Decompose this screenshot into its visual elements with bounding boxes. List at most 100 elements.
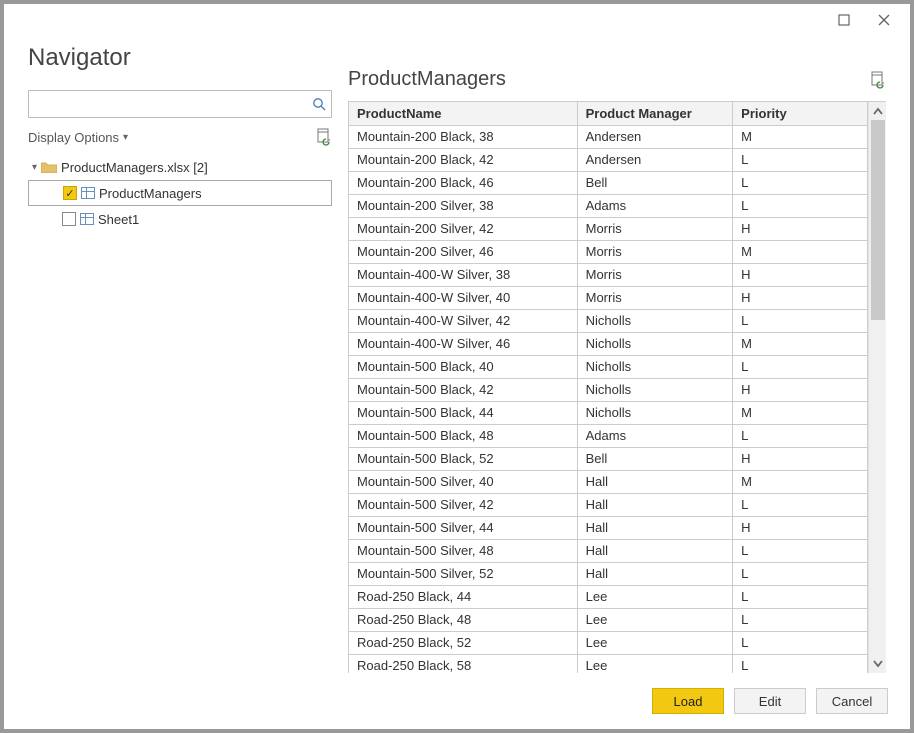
close-button[interactable] [864,6,904,34]
table-row[interactable]: Mountain-200 Black, 38AndersenM [349,125,868,148]
table-cell: Hall [577,470,733,493]
display-options-label: Display Options [28,130,119,145]
table-cell: L [733,493,868,516]
table-cell: L [733,424,868,447]
options-row: Display Options ▾ [28,128,332,146]
tree-root-file[interactable]: ▾ ProductManagers.xlsx [2] [28,154,332,180]
table-row[interactable]: Mountain-500 Black, 44NichollsM [349,401,868,424]
refresh-icon[interactable] [316,128,332,146]
table-row[interactable]: Mountain-400-W Silver, 42NichollsL [349,309,868,332]
search-icon[interactable] [307,91,331,117]
table-row[interactable]: Road-250 Black, 52LeeL [349,631,868,654]
table-row[interactable]: Mountain-500 Silver, 42HallL [349,493,868,516]
table-row[interactable]: Mountain-200 Silver, 46MorrisM [349,240,868,263]
table-row[interactable]: Mountain-200 Silver, 38AdamsL [349,194,868,217]
table-cell: Nicholls [577,378,733,401]
vertical-scrollbar[interactable] [868,102,886,673]
tree-item[interactable]: ✓ ProductManagers [28,180,332,206]
dialog-footer: Load Edit Cancel [4,673,910,729]
table-row[interactable]: Road-250 Black, 48LeeL [349,608,868,631]
table-row[interactable]: Mountain-500 Silver, 44HallH [349,516,868,539]
scrollbar-thumb[interactable] [871,120,885,320]
edit-button[interactable]: Edit [734,688,806,714]
table-cell: Mountain-200 Black, 42 [349,148,577,171]
maximize-icon [838,14,850,26]
table-cell: Adams [577,424,733,447]
dialog-title: Navigator [28,44,332,72]
table-cell: Mountain-200 Black, 46 [349,171,577,194]
tree-root-label: ProductManagers.xlsx [2] [61,160,208,175]
table-cell: H [733,378,868,401]
table-cell: L [733,608,868,631]
search-input[interactable] [29,91,307,117]
checkbox[interactable]: ✓ [63,186,77,200]
column-header[interactable]: ProductName [349,102,577,125]
load-button[interactable]: Load [652,688,724,714]
maximize-button[interactable] [824,6,864,34]
table-cell: Lee [577,631,733,654]
table-cell: Mountain-500 Silver, 52 [349,562,577,585]
table-cell: Mountain-500 Silver, 44 [349,516,577,539]
table-cell: Morris [577,263,733,286]
search-box[interactable] [28,90,332,118]
table-cell: Morris [577,286,733,309]
table-cell: M [733,401,868,424]
table-cell: L [733,654,868,673]
table-cell: Lee [577,608,733,631]
table-row[interactable]: Mountain-200 Black, 46BellL [349,171,868,194]
table-cell: H [733,516,868,539]
table-row[interactable]: Mountain-500 Black, 40NichollsL [349,355,868,378]
table-row[interactable]: Mountain-500 Black, 52BellH [349,447,868,470]
table-cell: H [733,286,868,309]
column-header[interactable]: Product Manager [577,102,733,125]
table-cell: Road-250 Black, 44 [349,585,577,608]
table-cell: Andersen [577,125,733,148]
table-cell: L [733,194,868,217]
table-cell: Hall [577,539,733,562]
table-cell: Mountain-500 Black, 52 [349,447,577,470]
table-icon [81,187,95,199]
table-row[interactable]: Mountain-200 Black, 42AndersenL [349,148,868,171]
table-cell: H [733,217,868,240]
table-cell: Andersen [577,148,733,171]
table-row[interactable]: Mountain-500 Black, 42NichollsH [349,378,868,401]
table-row[interactable]: Mountain-500 Silver, 52HallL [349,562,868,585]
table-cell: Mountain-400-W Silver, 42 [349,309,577,332]
table-row[interactable]: Mountain-500 Silver, 48HallL [349,539,868,562]
table-row[interactable]: Mountain-200 Silver, 42MorrisH [349,217,868,240]
table-cell: Bell [577,171,733,194]
table-row[interactable]: Road-250 Black, 44LeeL [349,585,868,608]
table-cell: L [733,171,868,194]
table-cell: Road-250 Black, 48 [349,608,577,631]
table-cell: Mountain-400-W Silver, 46 [349,332,577,355]
table-row[interactable]: Mountain-400-W Silver, 46NichollsM [349,332,868,355]
cancel-button[interactable]: Cancel [816,688,888,714]
table-scroll[interactable]: ProductNameProduct ManagerPriority Mount… [349,102,868,673]
checkbox[interactable] [62,212,76,226]
table-cell: Bell [577,447,733,470]
tree-item[interactable]: Sheet1 [28,206,332,232]
table-cell: M [733,470,868,493]
table-cell: L [733,562,868,585]
tree-item-label: Sheet1 [98,212,139,227]
table-cell: Nicholls [577,401,733,424]
table-row[interactable]: Mountain-500 Black, 48AdamsL [349,424,868,447]
display-options-dropdown[interactable]: Display Options ▾ [28,130,128,145]
expand-toggle-icon[interactable]: ▾ [32,162,37,173]
column-header[interactable]: Priority [733,102,868,125]
preview-header: ProductManagers [348,68,886,91]
table-cell: L [733,539,868,562]
table-row[interactable]: Mountain-500 Silver, 40HallM [349,470,868,493]
scroll-up-arrow[interactable] [872,106,884,116]
table-row[interactable]: Road-250 Black, 58LeeL [349,654,868,673]
navigator-dialog: Navigator Display Options ▾ ▾ [0,0,914,733]
close-icon [878,14,890,26]
table-cell: Mountain-500 Black, 48 [349,424,577,447]
table-cell: Nicholls [577,309,733,332]
table-cell: M [733,240,868,263]
preview-refresh-icon[interactable] [870,71,886,89]
table-row[interactable]: Mountain-400-W Silver, 38MorrisH [349,263,868,286]
scroll-down-arrow[interactable] [872,659,884,669]
table-icon [80,213,94,225]
table-row[interactable]: Mountain-400-W Silver, 40MorrisH [349,286,868,309]
